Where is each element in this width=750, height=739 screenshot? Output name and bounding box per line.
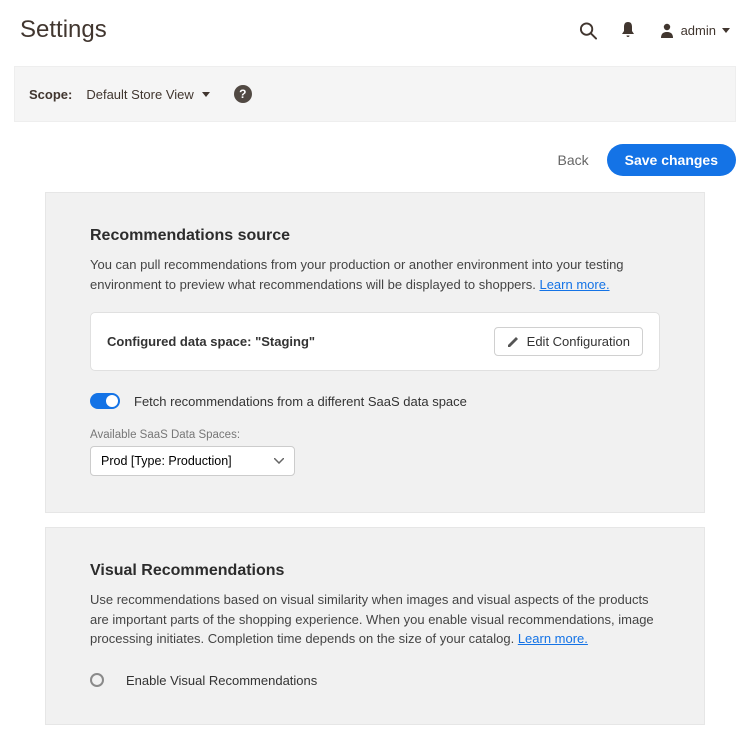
configured-data-space-box: Configured data space: "Staging" Edit Co… <box>90 312 660 371</box>
visual-recs-description: Use recommendations based on visual simi… <box>90 590 660 649</box>
user-icon <box>659 22 675 38</box>
caret-down-icon <box>202 92 210 97</box>
actions-row: Back Save changes <box>14 144 736 176</box>
fetch-toggle[interactable] <box>90 393 120 409</box>
configured-data-space-text: Configured data space: "Staging" <box>107 334 315 349</box>
header-bar: Settings admin <box>0 0 750 52</box>
recommendations-source-panel: Recommendations source You can pull reco… <box>45 192 705 513</box>
search-icon[interactable] <box>579 21 597 39</box>
admin-account-menu[interactable]: admin <box>659 22 730 38</box>
back-button[interactable]: Back <box>557 152 588 168</box>
edit-configuration-button[interactable]: Edit Configuration <box>494 327 643 356</box>
scope-selected-value: Default Store View <box>86 87 193 102</box>
recs-source-description: You can pull recommendations from your p… <box>90 255 660 294</box>
dataspace-select[interactable]: Prod [Type: Production] <box>90 446 295 476</box>
help-icon[interactable]: ? <box>234 85 252 103</box>
edit-button-label: Edit Configuration <box>527 334 630 349</box>
admin-label: admin <box>681 23 716 38</box>
scope-select[interactable]: Default Store View <box>86 87 209 102</box>
scope-bar: Scope: Default Store View ? <box>14 66 736 122</box>
visual-recommendations-panel: Visual Recommendations Use recommendatio… <box>45 527 705 725</box>
save-button[interactable]: Save changes <box>607 144 736 176</box>
learn-more-link[interactable]: Learn more. <box>518 631 588 646</box>
scope-label: Scope: <box>29 87 72 102</box>
recs-source-title: Recommendations source <box>90 227 660 245</box>
dataspace-field: Available SaaS Data Spaces: Prod [Type: … <box>90 429 660 476</box>
enable-visual-recs-radio[interactable] <box>90 673 104 687</box>
visual-recs-title: Visual Recommendations <box>90 562 660 580</box>
header-actions: admin <box>579 21 730 39</box>
pencil-icon <box>507 336 519 348</box>
fetch-toggle-label: Fetch recommendations from a different S… <box>134 394 467 409</box>
enable-visual-recs-label: Enable Visual Recommendations <box>126 673 317 688</box>
notifications-icon[interactable] <box>619 21 637 39</box>
learn-more-link[interactable]: Learn more. <box>539 277 609 292</box>
dataspace-label: Available SaaS Data Spaces: <box>90 429 660 441</box>
fetch-toggle-row: Fetch recommendations from a different S… <box>90 393 660 409</box>
enable-visual-recs-row: Enable Visual Recommendations <box>90 673 660 688</box>
caret-down-icon <box>722 28 730 33</box>
page-title: Settings <box>20 16 107 44</box>
